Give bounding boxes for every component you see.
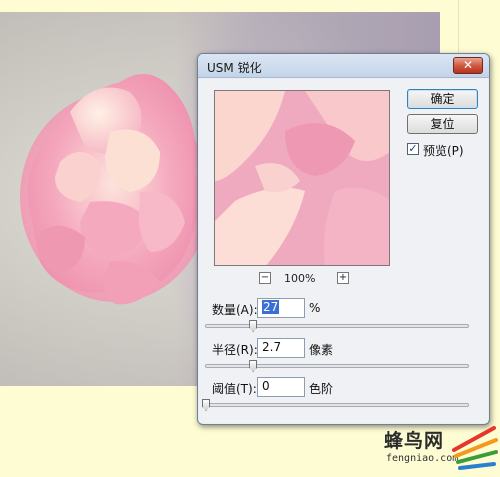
fengniao-watermark: 蜂鸟网 fengniao.com (376, 420, 500, 477)
preview-checkbox[interactable]: ✓ (407, 143, 419, 155)
ok-button[interactable]: 确定 (407, 89, 478, 109)
threshold-input[interactable]: 0 (257, 377, 305, 397)
radius-input[interactable]: 2.7 (257, 338, 305, 358)
watermark-text: 蜂鸟网 (384, 430, 445, 452)
preview-pane[interactable] (214, 90, 390, 266)
dialog-title: USM 锐化 (207, 61, 262, 75)
amount-unit: % (309, 301, 321, 315)
usm-sharpen-dialog: USM 锐化 ✕ − 100% + 确定 复位 ✓ 预览(P) 数量(A): 2… (197, 53, 490, 425)
dialog-titlebar[interactable]: USM 锐化 ✕ (198, 54, 489, 78)
zoom-in-button[interactable]: + (337, 272, 349, 284)
close-button[interactable]: ✕ (453, 57, 483, 74)
preview-label: 预览(P) (423, 144, 464, 158)
radius-slider[interactable] (205, 360, 469, 372)
radius-label: 半径(R): (212, 343, 258, 357)
amount-slider[interactable] (205, 320, 469, 332)
amount-input[interactable]: 27 (257, 298, 305, 318)
radius-unit: 像素 (309, 343, 334, 357)
threshold-slider[interactable] (202, 399, 469, 411)
zoom-level: 100% (284, 272, 316, 285)
zoom-controls: − 100% + (199, 272, 404, 288)
zoom-out-button[interactable]: − (259, 272, 271, 284)
threshold-slider-thumb[interactable] (202, 399, 210, 411)
threshold-label: 阈值(T): (212, 382, 257, 396)
dialog-body: − 100% + 确定 复位 ✓ 预览(P) 数量(A): 27 % 半径(R)… (199, 79, 488, 423)
amount-label: 数量(A): (212, 303, 258, 317)
threshold-unit: 色阶 (309, 382, 334, 396)
preview-image (215, 91, 389, 265)
amount-value: 27 (262, 300, 280, 314)
radius-slider-thumb[interactable] (249, 360, 258, 372)
amount-slider-thumb[interactable] (249, 320, 258, 332)
bird-logo-icon (452, 426, 498, 470)
reset-button[interactable]: 复位 (407, 114, 478, 134)
